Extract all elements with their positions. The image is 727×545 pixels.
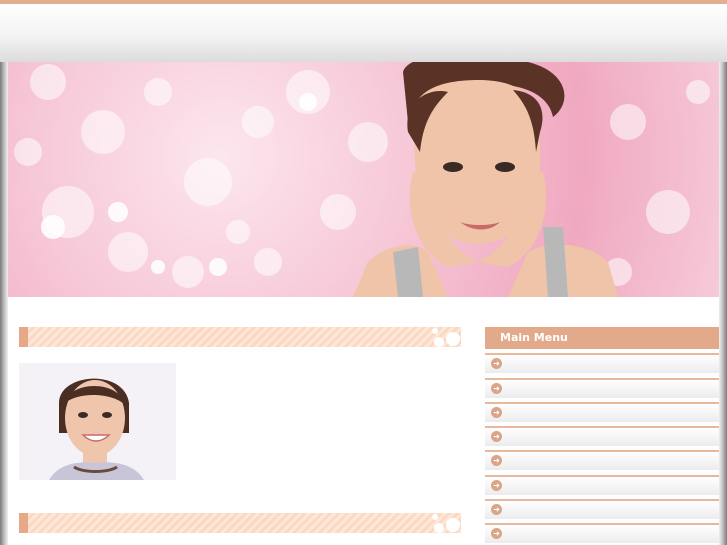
arrow-right-icon: ➜ [491,504,502,515]
sidebar-item-6[interactable]: ➜ [485,475,719,495]
sidebar-item-4[interactable]: ➜ [485,426,719,446]
sidebar-item-link[interactable] [508,527,524,539]
portrait-photo [19,363,176,480]
breadcrumb-link[interactable] [20,307,46,319]
hero-banner-art [14,62,710,297]
arrow-right-icon: ➜ [491,528,502,539]
bubble-decoration-icon [432,328,460,347]
right-frame-shadow [719,62,727,545]
sidebar-item-5[interactable]: ➜ [485,450,719,470]
left-frame-shadow [0,62,8,545]
sidebar-item-link[interactable] [508,357,517,369]
sidebar-item-2[interactable]: ➜ [485,378,719,398]
sidebar-item-link[interactable] [508,382,534,394]
sidebar-item-link[interactable] [508,503,530,515]
sidebar-item-7[interactable]: ➜ [485,499,719,519]
section-header-1 [19,327,461,347]
arrow-right-icon: ➜ [491,431,502,442]
main-content: Main Menu ➜ ➜ ➜ ➜ ➜ ➜ ➜ ➜ [8,297,719,545]
portrait-photo-art [19,363,176,480]
sidebar-item-8[interactable]: ➜ [485,523,719,543]
bubble-decoration-icon [432,514,460,533]
site-header [0,4,727,62]
arrow-right-icon: ➜ [491,358,502,369]
sidebar-item-link[interactable] [508,454,539,466]
sidebar-item-1[interactable]: ➜ [485,353,719,373]
sidebar-item-link[interactable] [508,430,532,442]
arrow-right-icon: ➜ [491,407,502,418]
sidebar-item-3[interactable]: ➜ [485,402,719,422]
arrow-right-icon: ➜ [491,383,502,394]
hero-banner [8,62,719,297]
arrow-right-icon: ➜ [491,480,502,491]
section-header-2 [19,513,461,533]
sidebar-item-link[interactable] [508,406,532,418]
arrow-right-icon: ➜ [491,455,502,466]
sidebar-item-link[interactable] [508,479,530,491]
main-menu-heading: Main Menu [485,327,719,349]
